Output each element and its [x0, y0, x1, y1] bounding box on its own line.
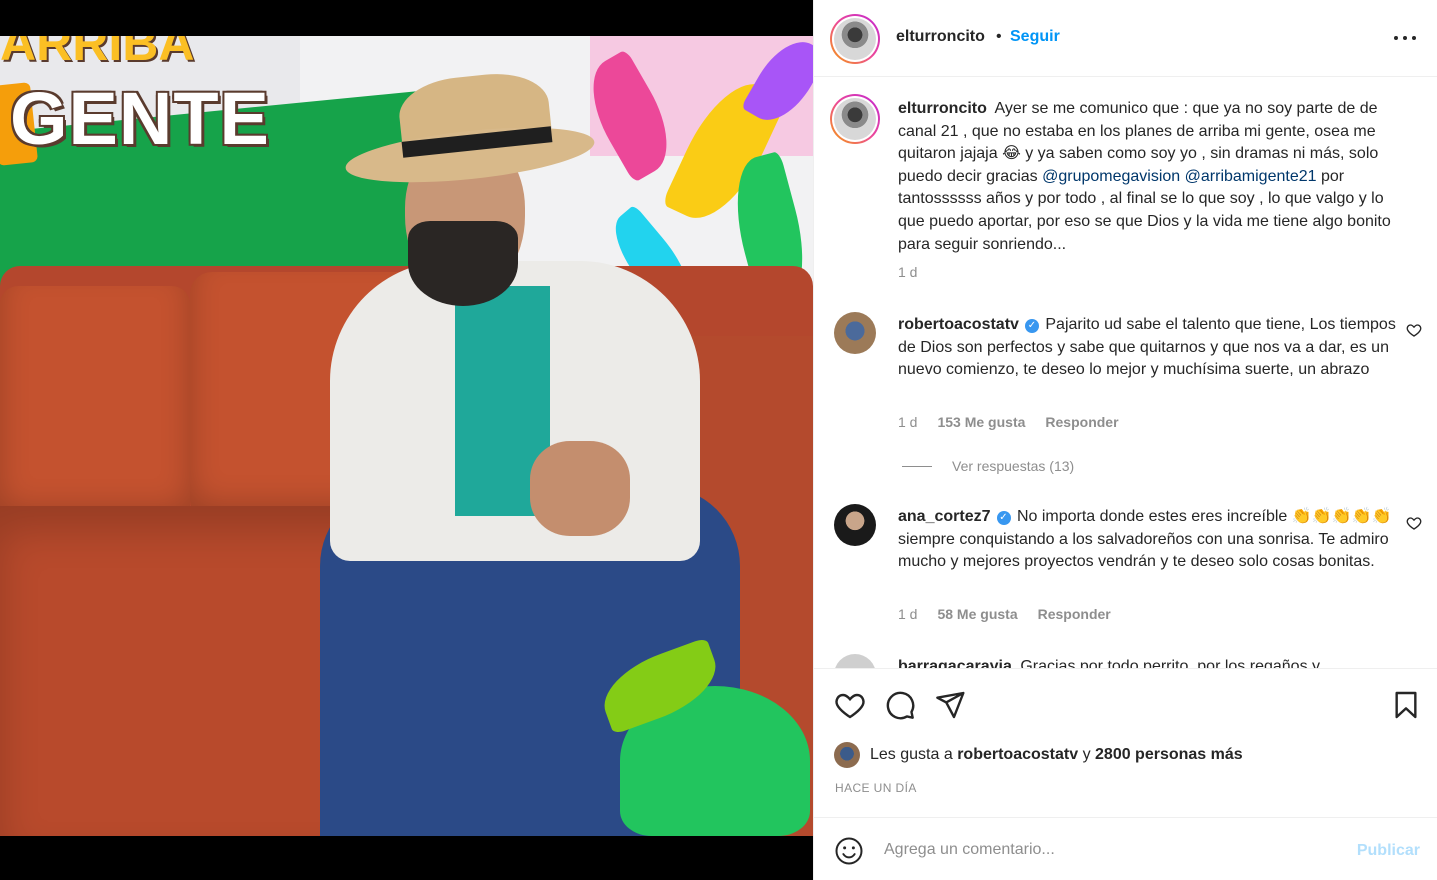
verified-badge-icon: ✓ — [1024, 319, 1039, 333]
liked-by-others[interactable]: 2800 personas más — [1095, 746, 1243, 763]
comment-text: ana_cortez7 ✓ No importa donde estes eres… — [898, 506, 1408, 574]
comment-body: Gracias por todo perrito, por los regaño… — [1020, 658, 1321, 668]
replies-line — [902, 465, 932, 467]
commenter-avatar[interactable] — [834, 654, 876, 668]
more-dot — [1403, 36, 1407, 40]
caption-age[interactable]: 1 d — [898, 264, 917, 280]
comment-input[interactable] — [884, 832, 1324, 868]
comment-age[interactable]: 1 d — [898, 606, 917, 622]
laughing-emoji: 😂 — [1002, 145, 1021, 163]
liked-by-prefix: Les gusta a — [870, 746, 953, 763]
caption-text: elturroncito Ayer se me comunico que : q… — [898, 98, 1408, 256]
logo-text-bottom: GENTE — [10, 77, 270, 160]
post-photo: ARRIBA GENTE — [0, 36, 813, 836]
author-username[interactable]: elturroncito — [896, 28, 985, 46]
liked-by-user[interactable]: robertoacostatv — [957, 746, 1078, 763]
paper-plane-icon[interactable] — [934, 689, 966, 721]
post-header: elturroncito • Seguir — [814, 0, 1437, 77]
comments-list[interactable]: elturroncito Ayer se me comunico que : q… — [814, 78, 1437, 668]
view-replies-label: Ver respuestas (13) — [952, 458, 1075, 474]
commenter-avatar[interactable] — [834, 312, 876, 354]
comment-body-b: siempre conquistando a los salvadoreños … — [898, 530, 1389, 571]
person-hands — [530, 441, 630, 536]
comment-text: barragacarayia Gracias por todo perrito,… — [898, 656, 1408, 668]
comment-body-a: No importa donde estes eres increíble — [1016, 508, 1288, 525]
post-actions: Les gusta a robertoacostatv y 2800 perso… — [814, 668, 1437, 818]
commenter-avatar[interactable] — [834, 504, 876, 546]
clapping-emoji: 👏👏👏👏👏 — [1291, 508, 1392, 525]
liked-by: Les gusta a robertoacostatv y 2800 perso… — [834, 742, 1243, 768]
publish-button[interactable]: Publicar — [1357, 842, 1420, 860]
more-options-icon[interactable] — [1390, 26, 1420, 48]
header-separator: • — [996, 28, 1002, 45]
person-beard — [408, 221, 518, 306]
bookmark-icon[interactable] — [1390, 689, 1422, 721]
post-media[interactable]: ARRIBA GENTE — [0, 0, 813, 880]
mention-arribamigente21[interactable]: @arribamigente21 — [1185, 168, 1317, 185]
comment-text: robertoacostatv ✓ Pajarito ud sabe el tal… — [898, 314, 1408, 382]
smiley-icon[interactable] — [834, 836, 864, 866]
avatar-inner — [832, 16, 878, 62]
logo-text-top: ARRIBA — [0, 36, 195, 71]
liker-avatar[interactable] — [834, 742, 860, 768]
comment-username[interactable]: barragacarayia — [898, 658, 1012, 668]
avatar-inner — [832, 96, 878, 142]
comment-username[interactable]: robertoacostatv — [898, 316, 1019, 333]
liked-by-mid: y — [1082, 746, 1091, 763]
instagram-post-viewer: ARRIBA GENTE elturroncito • Seguir eltur… — [0, 0, 1437, 880]
comment-bubble-icon[interactable] — [884, 689, 916, 721]
author-avatar[interactable] — [830, 14, 880, 64]
comment-likes[interactable]: 58 Me gusta — [937, 606, 1017, 622]
follow-button[interactable]: Seguir — [1010, 28, 1060, 46]
more-dot — [1394, 36, 1398, 40]
caption-meta: 1 d — [898, 264, 917, 280]
add-comment-bar: Publicar — [814, 820, 1437, 880]
caption-avatar[interactable] — [830, 94, 880, 144]
reply-button[interactable]: Responder — [1038, 606, 1111, 622]
post-side-panel: elturroncito • Seguir elturroncito Ayer … — [813, 0, 1437, 880]
avatar-image — [834, 98, 876, 140]
more-dot — [1412, 36, 1416, 40]
verified-badge-icon: ✓ — [996, 511, 1011, 525]
comment-username[interactable]: ana_cortez7 — [898, 508, 991, 525]
comment-meta: 1 d 58 Me gusta Responder — [898, 606, 1111, 622]
couch-cushion-left — [0, 286, 190, 526]
comment-meta: 1 d 153 Me gusta Responder — [898, 414, 1119, 430]
heart-icon[interactable] — [834, 689, 866, 721]
post-timestamp[interactable]: HACE UN DÍA — [835, 781, 917, 795]
comment-heart-icon[interactable] — [1406, 515, 1422, 531]
mention-grupomegavision[interactable]: @grupomegavision — [1042, 168, 1180, 185]
comment-heart-icon[interactable] — [1406, 322, 1422, 338]
view-replies-button[interactable]: Ver respuestas (13) — [902, 458, 1074, 474]
comment-likes[interactable]: 153 Me gusta — [937, 414, 1025, 430]
avatar-image — [834, 18, 876, 60]
comment-age[interactable]: 1 d — [898, 414, 917, 430]
reply-button[interactable]: Responder — [1045, 414, 1118, 430]
caption-username[interactable]: elturroncito — [898, 100, 987, 117]
